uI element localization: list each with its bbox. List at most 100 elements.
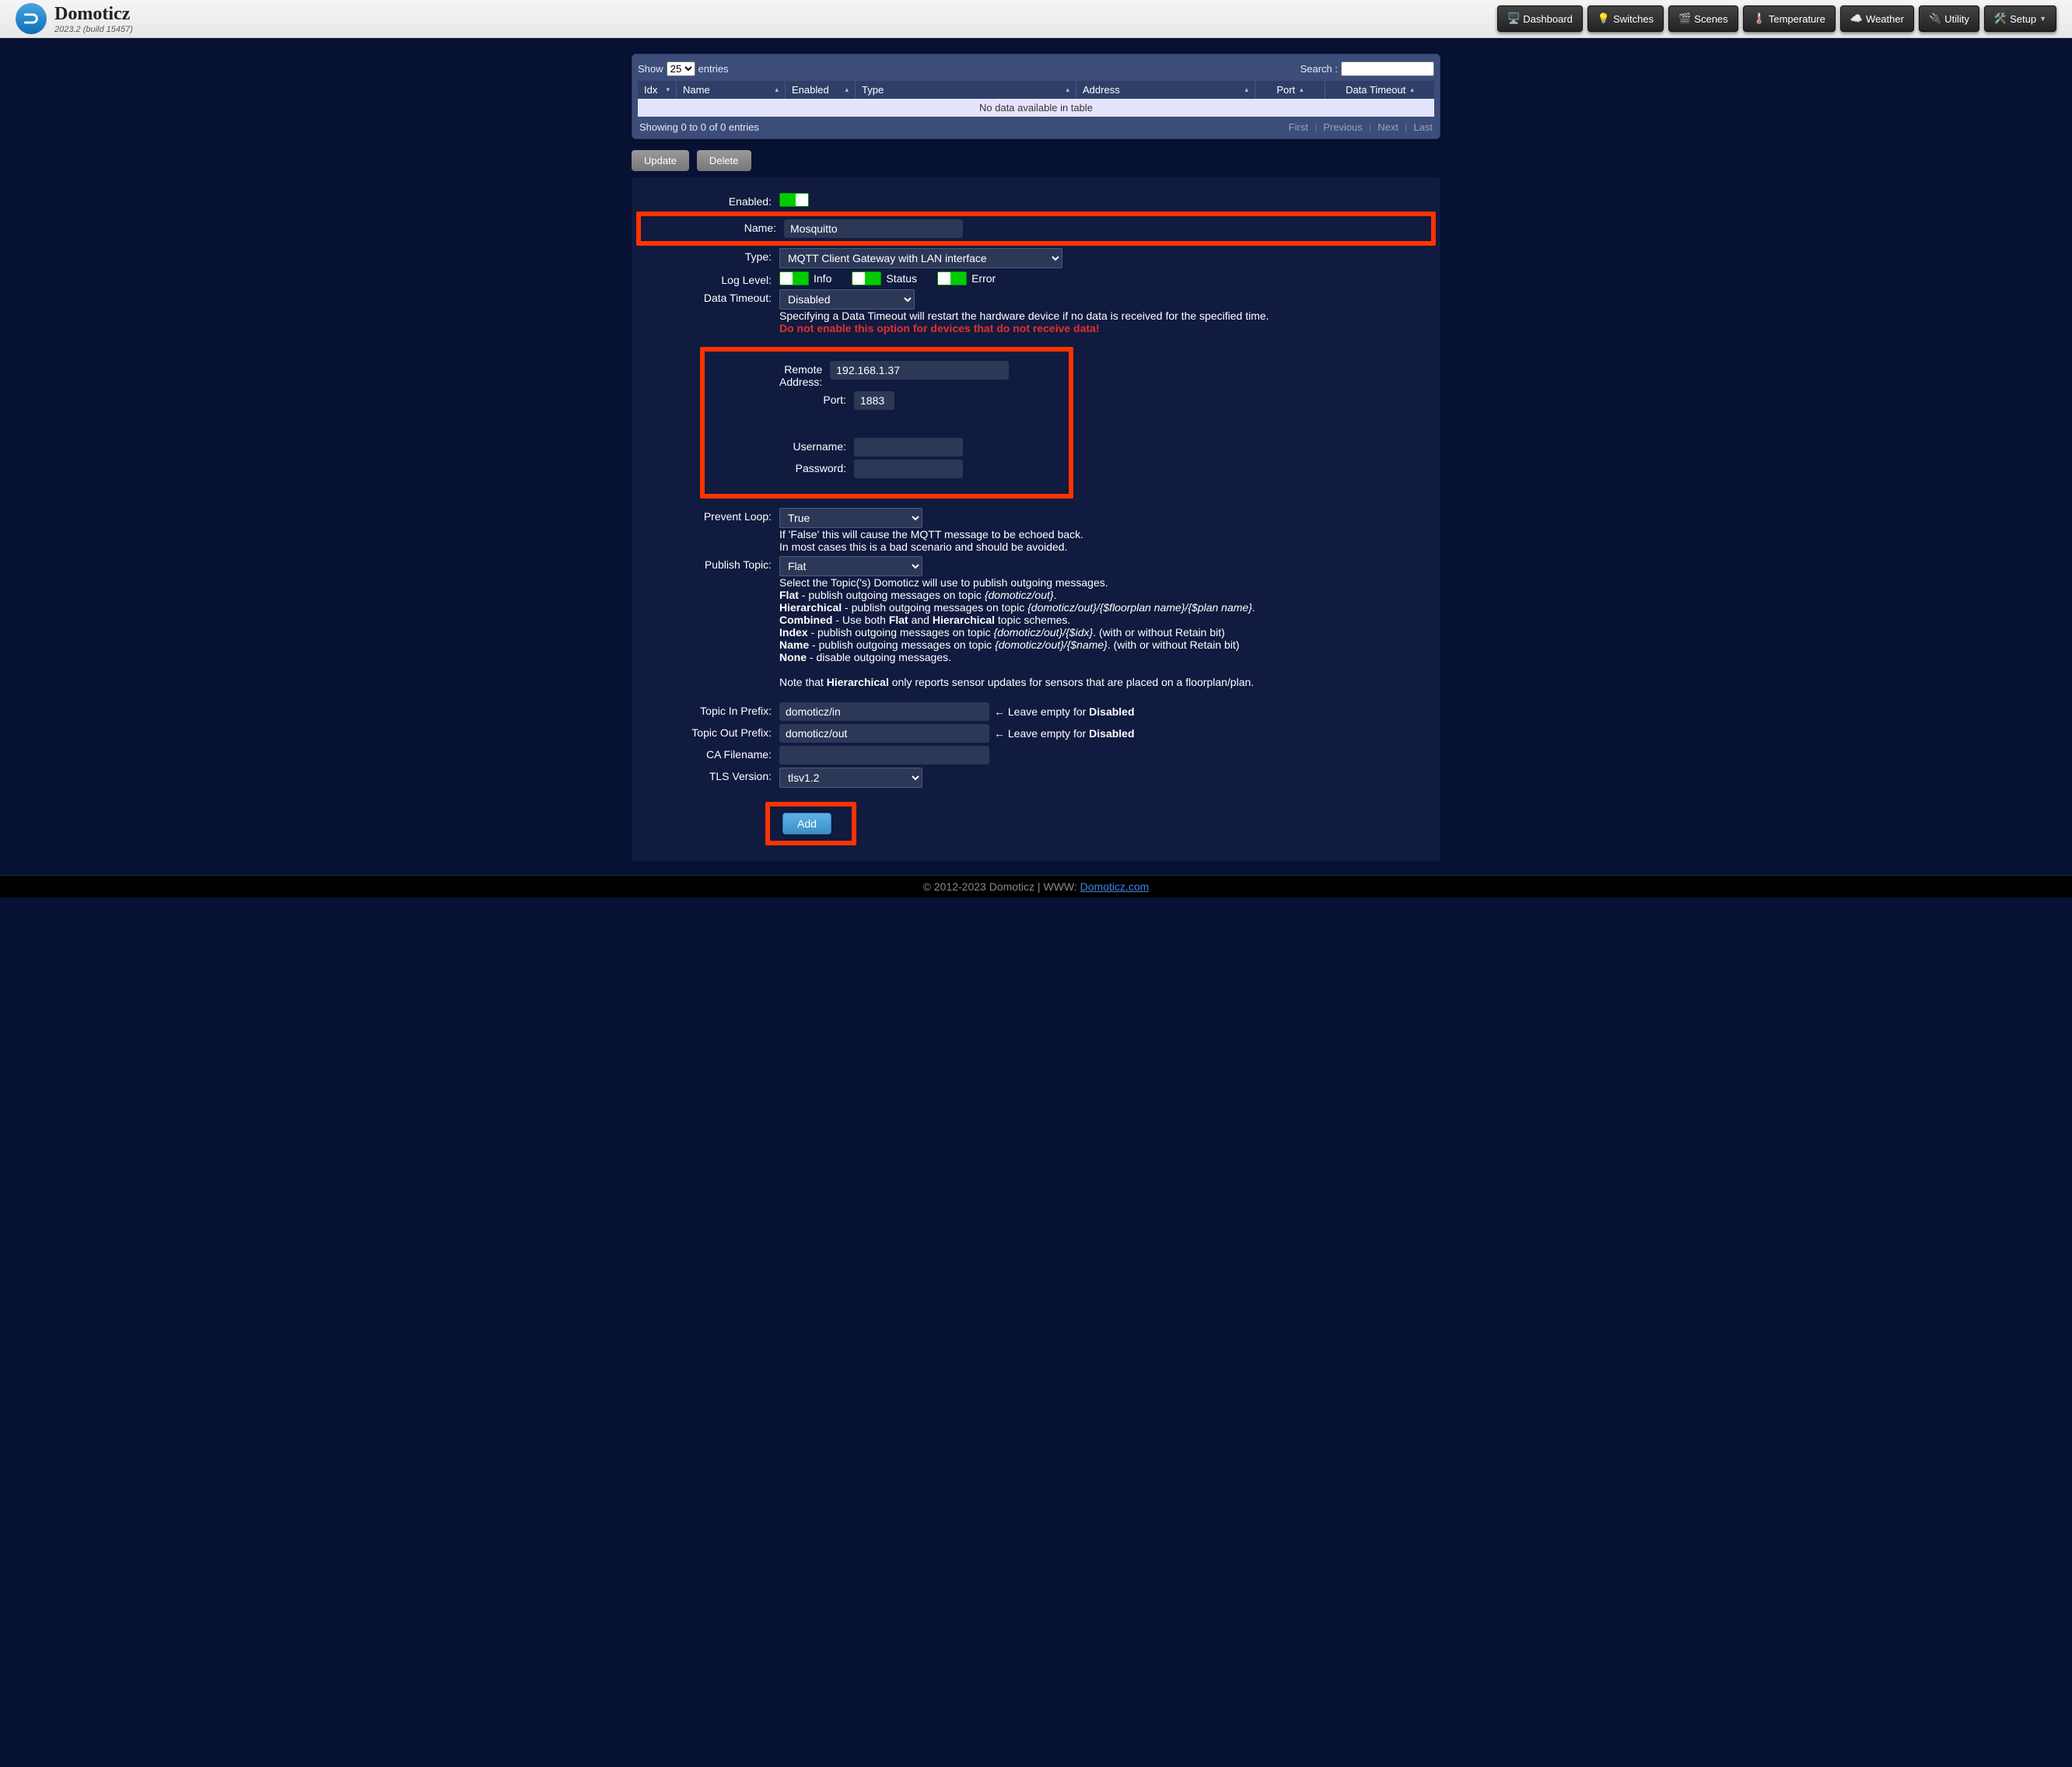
sort-icon: ▴	[1410, 86, 1414, 94]
col-enabled[interactable]: Enabled▴	[786, 81, 856, 99]
remote-input[interactable]	[830, 361, 1009, 380]
nav-utility[interactable]: 🔌Utility	[1919, 5, 1979, 32]
table-info: Showing 0 to 0 of 0 entries	[639, 121, 759, 133]
nav: 🖥️Dashboard 💡Switches 🎬Scenes 🌡️Temperat…	[1497, 5, 2056, 32]
nav-temperature[interactable]: 🌡️Temperature	[1743, 5, 1836, 32]
timeout-select[interactable]: Disabled	[779, 289, 915, 310]
table-header: Idx▾ Name▴ Enabled▴ Type▴ Address▴ Port▴…	[638, 81, 1434, 99]
log-error-label: Error	[971, 272, 996, 285]
nav-setup[interactable]: 🛠️Setup ▼	[1984, 5, 2056, 32]
cafile-input[interactable]	[779, 746, 989, 765]
username-input[interactable]	[854, 438, 963, 457]
sort-icon: ▴	[1300, 86, 1304, 94]
col-port[interactable]: Port▴	[1255, 81, 1325, 99]
logo-icon: ⊃	[16, 3, 47, 34]
highlight-remote: Remote Address: Port: Username: Password…	[700, 347, 1073, 499]
sort-icon: ▴	[845, 86, 849, 94]
search-input[interactable]	[1341, 61, 1434, 76]
topic-in-label: Topic In Prefix:	[639, 702, 779, 717]
col-address[interactable]: Address▴	[1076, 81, 1255, 99]
enabled-toggle[interactable]	[779, 193, 809, 207]
pagination: First | Previous | Next | Last	[1289, 121, 1433, 133]
topic-out-label: Topic Out Prefix:	[639, 724, 779, 739]
plug-icon: 🔌	[1929, 12, 1941, 25]
update-button[interactable]: Update	[632, 150, 689, 171]
timeout-help2: Do not enable this option for devices th…	[779, 322, 1100, 334]
topic-in-hint: ← Leave empty for Disabled	[994, 705, 1135, 718]
type-select[interactable]: MQTT Client Gateway with LAN interface	[779, 248, 1062, 268]
add-button[interactable]: Add	[782, 813, 831, 835]
entries-label: entries	[698, 63, 729, 75]
app-name: Domoticz	[54, 4, 133, 25]
entries-select[interactable]: 25	[667, 61, 695, 76]
topbar: ⊃ Domoticz 2023.2 (build 15457) 🖥️Dashbo…	[0, 0, 2072, 38]
pub-note: Note that Hierarchical only reports sens…	[779, 676, 1254, 688]
pubtopic-intro: Select the Topic('s) Domoticz will use t…	[779, 576, 1108, 589]
nav-weather[interactable]: ☁️Weather	[1840, 5, 1914, 32]
prevent-select[interactable]: True	[779, 508, 922, 528]
nav-scenes[interactable]: 🎬Scenes	[1668, 5, 1738, 32]
log-status-label: Status	[886, 272, 917, 285]
pub-name: Name - publish outgoing messages on topi…	[779, 639, 1239, 651]
footer: © 2012-2023 Domoticz | WWW: Domoticz.com	[0, 875, 2072, 897]
prevent-help2: In most cases this is a bad scenario and…	[779, 541, 1067, 553]
loglevel-label: Log Level:	[639, 271, 779, 286]
topic-in-input[interactable]	[779, 702, 989, 721]
pubtopic-select[interactable]: Flat	[779, 556, 922, 576]
timeout-label: Data Timeout:	[639, 289, 779, 304]
page-prev[interactable]: Previous	[1323, 121, 1363, 133]
pubtopic-label: Publish Topic:	[639, 556, 779, 571]
delete-button[interactable]: Delete	[697, 150, 751, 171]
pub-none: None - disable outgoing messages.	[779, 651, 951, 663]
cloud-icon: ☁️	[1850, 12, 1863, 25]
highlight-add: Add	[765, 802, 856, 845]
name-input[interactable]	[784, 219, 963, 238]
nav-dashboard[interactable]: 🖥️Dashboard	[1497, 5, 1583, 32]
hardware-form: Enabled: Name: Type: MQTT Client Gateway…	[632, 177, 1440, 861]
nav-switches[interactable]: 💡Switches	[1587, 5, 1664, 32]
footer-copy: © 2012-2023 Domoticz | WWW:	[923, 880, 1080, 893]
sort-icon: ▴	[775, 86, 779, 94]
log-error-toggle[interactable]	[937, 271, 967, 285]
logo: ⊃ Domoticz 2023.2 (build 15457)	[16, 3, 133, 34]
sort-icon: ▴	[1066, 86, 1069, 94]
lightbulb-icon: 💡	[1598, 12, 1610, 25]
chevron-down-icon: ▼	[2039, 15, 2046, 23]
app-version: 2023.2 (build 15457)	[54, 25, 133, 34]
topic-out-input[interactable]	[779, 724, 989, 743]
hardware-table: Show 25 entries Search : Idx▾ Name▴ Enab…	[632, 54, 1440, 139]
pub-idx: Index - publish outgoing messages on top…	[779, 626, 1225, 639]
col-type[interactable]: Type▴	[856, 81, 1076, 99]
sort-icon: ▴	[1244, 86, 1248, 94]
page-last[interactable]: Last	[1413, 121, 1433, 133]
scenes-icon: 🎬	[1678, 12, 1691, 25]
password-label: Password:	[779, 460, 854, 474]
log-info-toggle[interactable]	[779, 271, 809, 285]
remote-label: Remote Address:	[779, 361, 830, 388]
footer-link[interactable]: Domoticz.com	[1080, 880, 1150, 893]
highlight-name: Name:	[636, 212, 1436, 246]
prevent-help1: If 'False' this will cause the MQTT mess…	[779, 528, 1083, 541]
page-first[interactable]: First	[1289, 121, 1308, 133]
topic-out-hint: ← Leave empty for Disabled	[994, 727, 1135, 740]
prevent-label: Prevent Loop:	[639, 508, 779, 523]
col-timeout[interactable]: Data Timeout▴	[1325, 81, 1434, 99]
show-label: Show	[638, 63, 663, 75]
cafile-label: CA Filename:	[639, 746, 779, 761]
name-label: Name:	[644, 219, 784, 234]
port-input[interactable]	[854, 391, 894, 410]
pub-flat: Flat - publish outgoing messages on topi…	[779, 589, 1056, 601]
enabled-label: Enabled:	[639, 193, 779, 208]
log-status-toggle[interactable]	[852, 271, 881, 285]
log-info-label: Info	[814, 272, 831, 285]
tls-select[interactable]: tlsv1.2	[779, 768, 922, 788]
col-name[interactable]: Name▴	[677, 81, 786, 99]
pub-hier: Hierarchical - publish outgoing messages…	[779, 601, 1255, 614]
col-idx[interactable]: Idx▾	[638, 81, 677, 99]
search-label: Search :	[1300, 63, 1338, 75]
password-input[interactable]	[854, 460, 963, 478]
username-label: Username:	[779, 438, 854, 453]
page-next[interactable]: Next	[1377, 121, 1398, 133]
port-label: Port:	[779, 391, 854, 406]
timeout-help1: Specifying a Data Timeout will restart t…	[779, 310, 1269, 322]
